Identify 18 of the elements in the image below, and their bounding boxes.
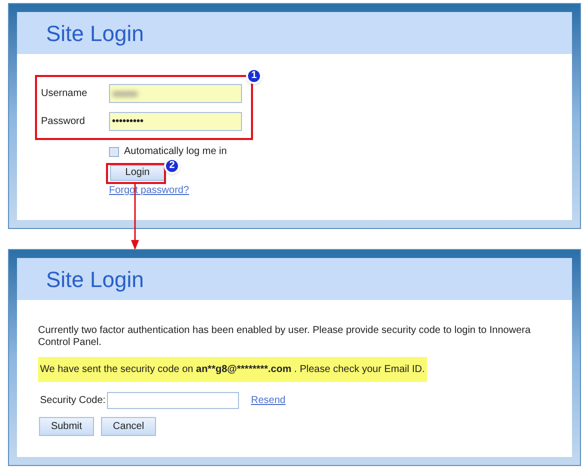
checkbox-label: Automatically log me in [124, 146, 227, 158]
highlight-frame [106, 163, 166, 184]
window-title: Site Login [46, 20, 144, 48]
resend-link[interactable]: Resend [251, 393, 286, 408]
field-label: Password [41, 116, 86, 128]
window-title: Site Login [46, 266, 144, 294]
input-field[interactable]: ••••••••• [109, 112, 242, 131]
form-button[interactable]: Submit [39, 417, 94, 436]
password-value: ••••••••• [112, 116, 144, 128]
checkbox[interactable] [109, 147, 119, 157]
info-message: Currently two factor authentication has been enabled by user. Please provide security code to login to Innowera Control Panel. [38, 325, 532, 349]
security-code-field[interactable] [107, 392, 239, 409]
login-button[interactable]: Login [110, 165, 165, 181]
notice-message: We have sent the security code on an**g8@********.com . Please check your Email ID. [38, 357, 427, 382]
form-button[interactable]: Cancel [101, 417, 156, 436]
input-field[interactable] [109, 84, 242, 103]
field-label: Username [41, 88, 88, 100]
field-label: Security Code: [39, 394, 107, 408]
